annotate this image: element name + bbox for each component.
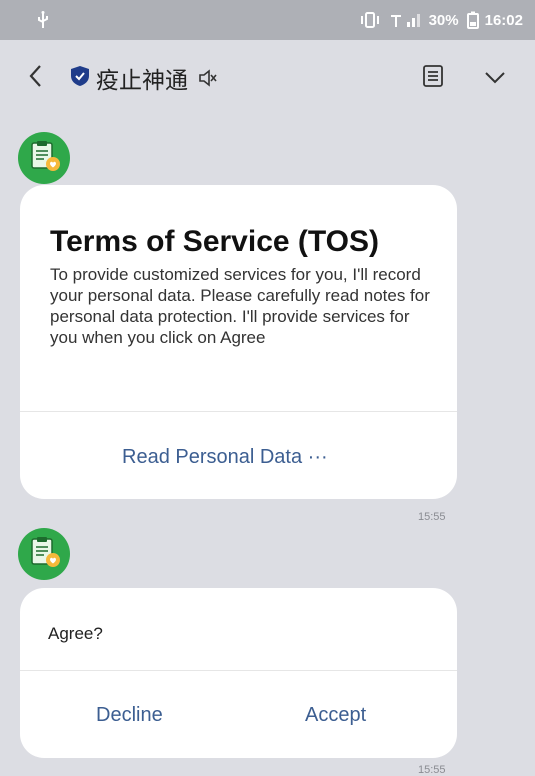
status-bar: 30% 16:02 [0, 0, 535, 40]
chat-header: 疫止神通 [0, 40, 535, 116]
bot-avatar[interactable] [18, 132, 70, 184]
agree-question: Agree? [48, 624, 103, 643]
status-time: 16:02 [484, 11, 523, 29]
usb-icon [36, 11, 50, 29]
shield-icon [70, 65, 90, 91]
clipboard-heart-icon [27, 139, 61, 177]
agree-card: Agree? Decline Accept [20, 588, 457, 758]
accept-button[interactable]: Accept [305, 704, 366, 727]
menu-list-button[interactable] [413, 58, 453, 98]
chevron-down-icon [484, 69, 506, 88]
back-chevron-icon [28, 64, 42, 92]
menu-list-icon [423, 65, 443, 91]
chat-title-group[interactable]: 疫止神通 [70, 61, 218, 95]
clipboard-heart-icon [27, 535, 61, 573]
back-button[interactable] [28, 58, 56, 98]
message-time: 15:55 [418, 511, 446, 523]
bot-avatar[interactable] [18, 528, 70, 580]
tos-body: To provide customized services for you, … [50, 265, 430, 347]
mute-icon [198, 69, 218, 87]
tos-title: Terms of Service (TOS) [50, 225, 380, 258]
battery-icon [466, 11, 479, 29]
card-divider [20, 411, 457, 412]
card-divider [20, 670, 457, 671]
read-personal-data-button[interactable]: Read Personal Data ··· [122, 446, 328, 469]
tos-card: Terms of Service (TOS) To provide custom… [20, 185, 457, 499]
signal-icon [389, 12, 423, 28]
battery-percent: 30% [428, 11, 459, 29]
vibrate-icon [359, 12, 381, 28]
chat-title: 疫止神通 [96, 68, 188, 94]
decline-button[interactable]: Decline [96, 704, 163, 727]
message-time: 15:55 [418, 764, 446, 776]
expand-button[interactable] [475, 58, 515, 98]
